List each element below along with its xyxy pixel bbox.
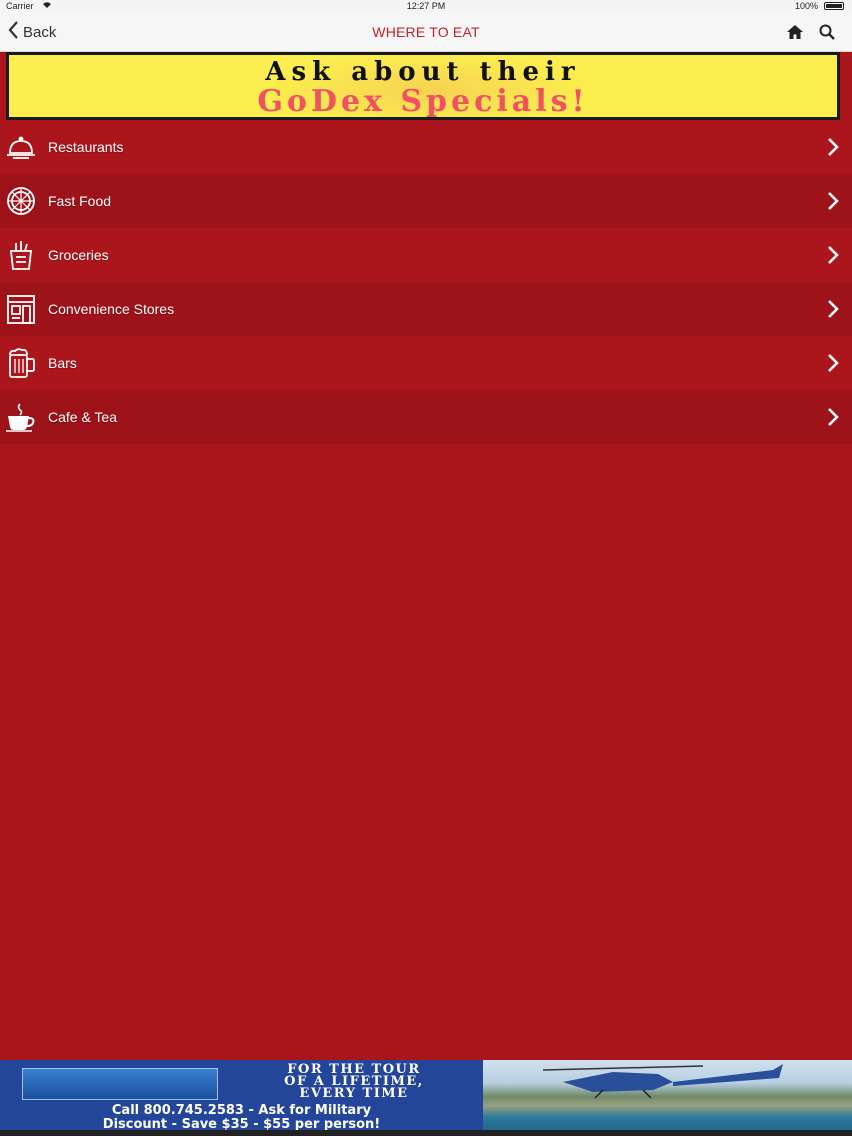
chevron-right-icon bbox=[826, 353, 840, 373]
menu-item-convenience-stores[interactable]: Convenience Stores bbox=[0, 282, 852, 336]
search-icon[interactable] bbox=[818, 23, 836, 41]
status-bar: Carrier 12:27 PM 100% bbox=[0, 0, 852, 12]
page-title: WHERE TO EAT bbox=[372, 24, 480, 40]
ad-bottom-strip bbox=[0, 1130, 852, 1136]
banner-headline: Ask about their bbox=[265, 57, 581, 87]
menu-item-label: Convenience Stores bbox=[48, 301, 175, 317]
ad-text-panel: FOR THE TOUR OF A LIFETIME, EVERY TIME C… bbox=[0, 1060, 483, 1136]
chevron-right-icon bbox=[826, 299, 840, 319]
cloche-icon bbox=[5, 131, 37, 163]
menu-item-fast-food[interactable]: Fast Food bbox=[0, 174, 852, 228]
chevron-right-icon bbox=[826, 137, 840, 157]
chevron-right-icon bbox=[826, 407, 840, 427]
grocery-bag-icon bbox=[5, 239, 37, 271]
menu-item-label: Fast Food bbox=[48, 193, 112, 209]
navigation-bar: Back WHERE TO EAT bbox=[0, 12, 852, 52]
chevron-right-icon bbox=[826, 191, 840, 211]
banner-subheadline: GoDex Specials! bbox=[257, 84, 589, 119]
menu-item-label: Restaurants bbox=[48, 139, 124, 155]
promo-banner[interactable]: Ask about their GoDex Specials! bbox=[6, 52, 840, 120]
ad-tagline-line-3: EVERY TIME bbox=[299, 1086, 409, 1101]
ad-tagline: FOR THE TOUR OF A LIFETIME, EVERY TIME bbox=[234, 1063, 474, 1101]
ad-phone-line: Call 800.745.2583 - Ask for Military bbox=[111, 1103, 372, 1118]
chevron-right-icon bbox=[826, 245, 840, 265]
coffee-cup-icon bbox=[5, 401, 37, 433]
pizza-icon bbox=[5, 185, 37, 217]
ad-contact: Call 800.745.2583 - Ask for Military Dis… bbox=[0, 1104, 483, 1132]
home-icon[interactable] bbox=[786, 23, 804, 41]
menu-item-label: Bars bbox=[48, 355, 77, 371]
menu-item-restaurants[interactable]: Restaurants bbox=[0, 120, 852, 174]
ad-logo bbox=[22, 1068, 218, 1100]
store-icon bbox=[5, 293, 37, 325]
battery-icon bbox=[824, 2, 844, 10]
ad-helicopter-photo bbox=[483, 1060, 852, 1136]
menu-item-cafe-tea[interactable]: Cafe & Tea bbox=[0, 390, 852, 444]
menu-item-bars[interactable]: Bars bbox=[0, 336, 852, 390]
menu-item-groceries[interactable]: Groceries bbox=[0, 228, 852, 282]
status-time: 12:27 PM bbox=[406, 1, 446, 11]
beer-mug-icon bbox=[5, 347, 37, 379]
category-list: Restaurants Fast Food Groceries Convenie… bbox=[0, 120, 852, 444]
battery-percent: 100% bbox=[794, 1, 818, 11]
bottom-ad-banner[interactable]: FOR THE TOUR OF A LIFETIME, EVERY TIME C… bbox=[0, 1060, 852, 1136]
menu-item-label: Cafe & Tea bbox=[48, 409, 118, 425]
menu-item-label: Groceries bbox=[48, 247, 109, 263]
